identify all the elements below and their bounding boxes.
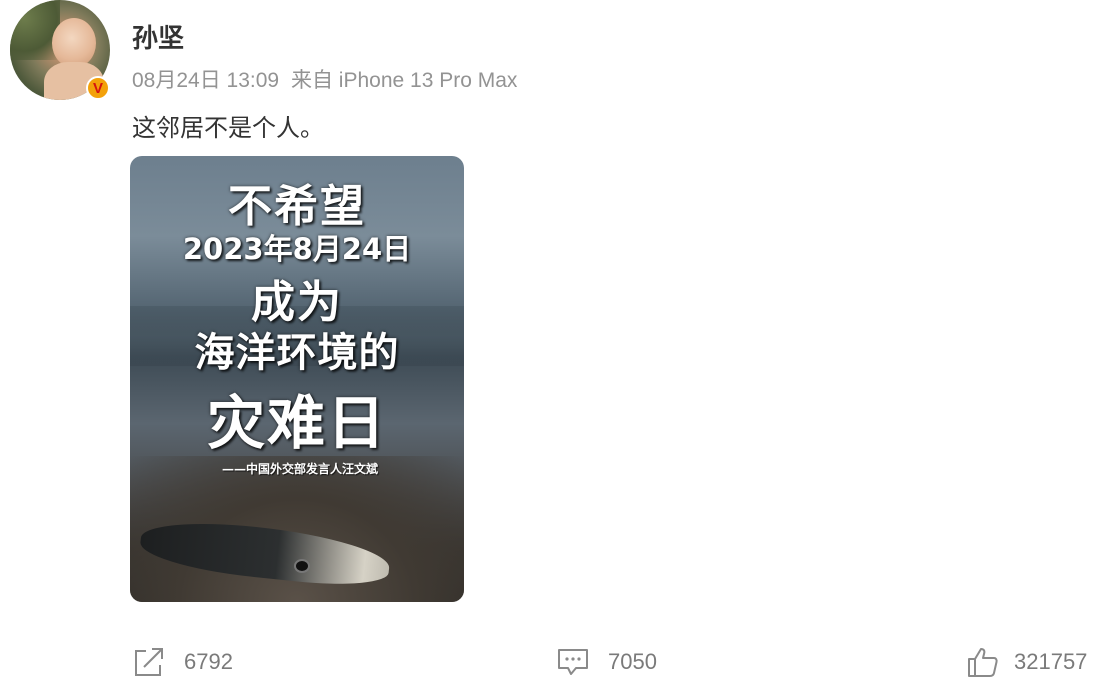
repost-count: 6792	[184, 649, 233, 674]
like-button[interactable]: 321757	[966, 644, 1087, 680]
post-date[interactable]: 08月24日 13:09	[132, 69, 279, 92]
username[interactable]: 孙坚	[132, 18, 184, 55]
like-count: 321757	[1014, 649, 1088, 674]
thumbs-up-icon	[968, 648, 998, 677]
poster-credit: ——中国外交部发言人汪文斌	[222, 462, 379, 476]
poster-line-2: 2023年8月24日	[182, 232, 412, 266]
poster-line-5: 灾难日	[206, 389, 387, 457]
post-meta: 08月24日 13:09 来自 iPhone 13 Pro Max	[132, 64, 523, 94]
image-fish-eye	[294, 559, 310, 573]
comment-count: 7050	[608, 649, 657, 674]
poster-line-4: 海洋环境的	[194, 330, 400, 376]
verified-badge-icon: V	[86, 76, 110, 100]
avatar-face	[52, 18, 96, 68]
comment-icon	[558, 649, 588, 675]
post-source: 来自 iPhone 13 Pro Max	[290, 69, 518, 92]
post-image[interactable]: 不希望 2023年8月24日 成为 海洋环境的 灾难日 ——中国外交部发言人汪文…	[130, 156, 464, 602]
poster-line-1: 不希望	[228, 181, 366, 232]
comment-button[interactable]: 7050	[556, 644, 657, 680]
repost-icon	[135, 648, 163, 676]
post-text: 这邻居不是个人。	[132, 114, 324, 142]
repost-button[interactable]: 6792	[132, 644, 233, 680]
